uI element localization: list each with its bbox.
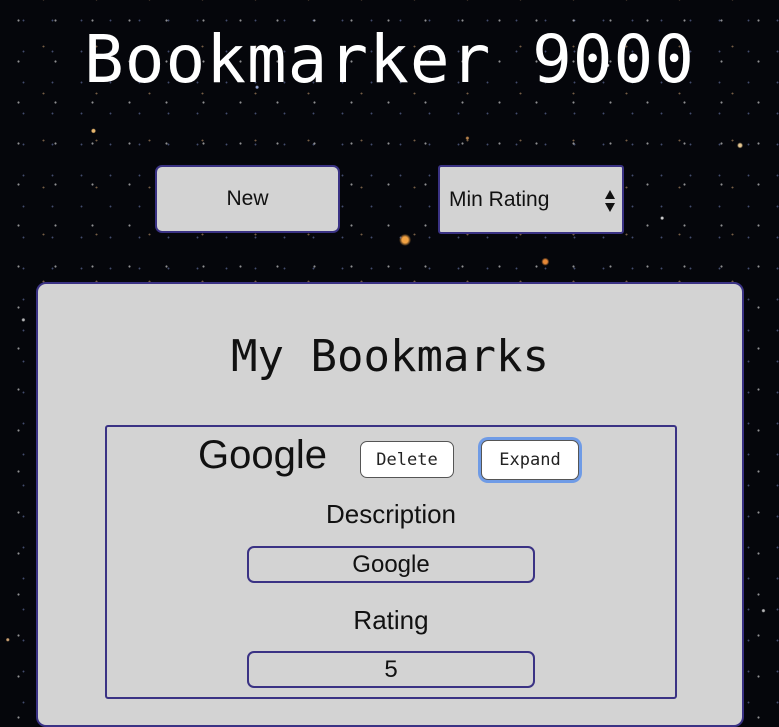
rating-field[interactable]: 5 xyxy=(247,651,535,688)
description-label: Description xyxy=(325,499,457,529)
bookmarks-panel: My Bookmarks Google Delete Expand Descri… xyxy=(36,282,744,727)
delete-button[interactable]: Delete xyxy=(360,441,454,478)
app-title: Bookmarker 9000 xyxy=(83,21,696,98)
bookmark-card: Google Delete Expand Description Google … xyxy=(105,425,677,699)
min-rating-select[interactable]: Min Rating xyxy=(438,165,624,234)
bookmarks-panel-title: My Bookmarks xyxy=(231,331,549,382)
new-bookmark-button[interactable]: New xyxy=(155,165,340,233)
bookmark-title: Google xyxy=(198,433,327,477)
expand-button[interactable]: Expand xyxy=(481,440,579,480)
description-field[interactable]: Google xyxy=(247,546,535,583)
min-rating-select-value: Min Rating xyxy=(449,187,550,211)
updown-arrows-icon xyxy=(604,189,616,213)
rating-label: Rating xyxy=(353,605,429,635)
